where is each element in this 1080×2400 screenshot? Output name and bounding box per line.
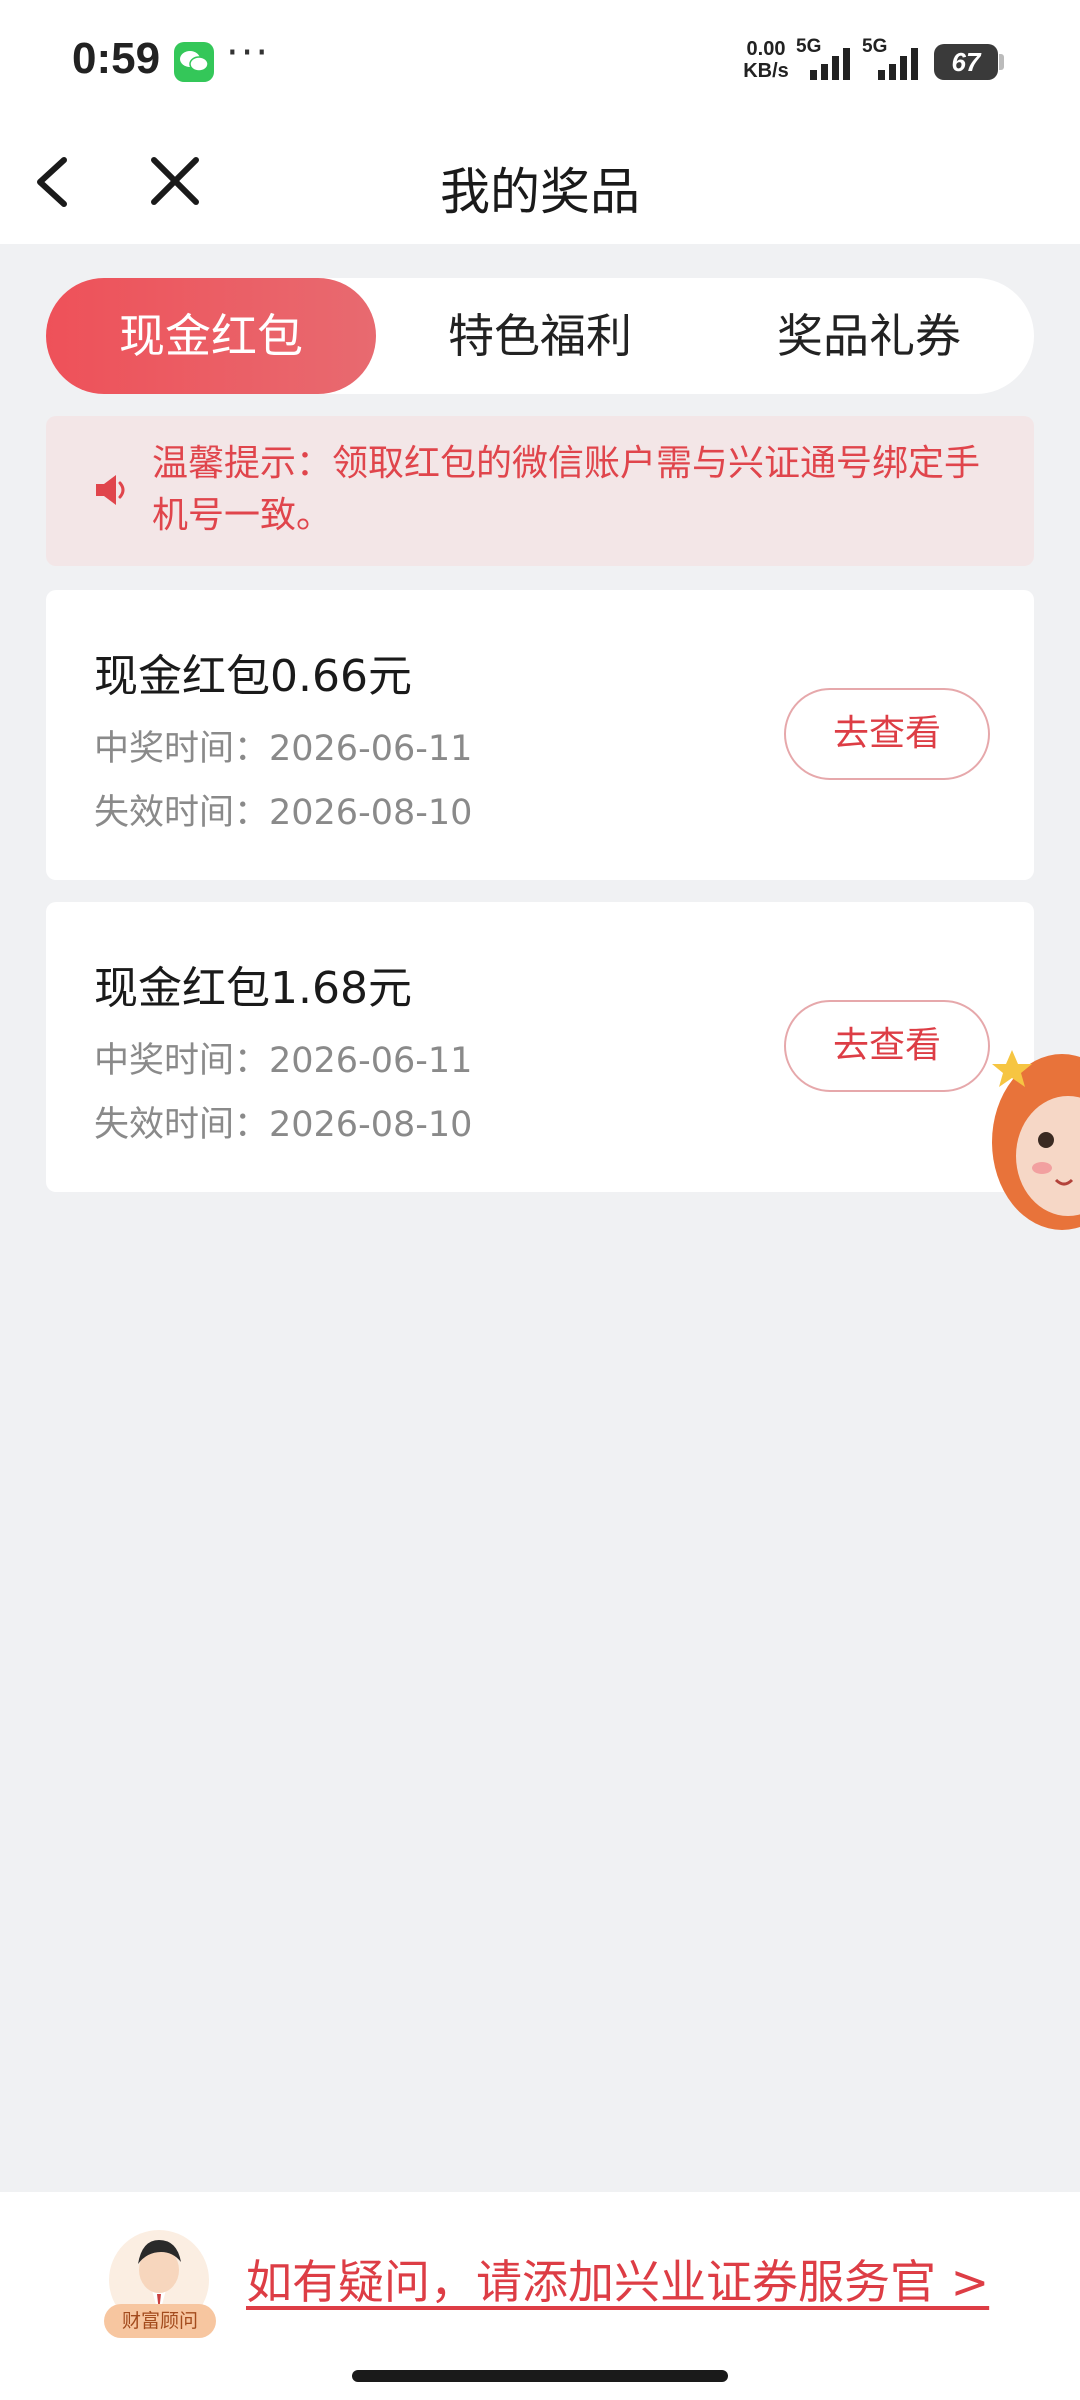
- battery-indicator: 67: [934, 44, 998, 80]
- footer: 财富顾问 如有疑问，请添加兴业证券服务官 >: [0, 2192, 1080, 2400]
- view-prize-button[interactable]: 去查看: [784, 688, 990, 780]
- prize-expire-time: 失效时间：2026-08-10: [94, 793, 473, 833]
- mascot-icon[interactable]: [982, 1030, 1080, 1244]
- nav-bar: 我的奖品: [0, 122, 1080, 244]
- page-title: 我的奖品: [440, 163, 640, 221]
- prize-card: 现金红包1.68元 中奖时间：2026-06-11 失效时间：2026-08-1…: [46, 902, 1034, 1192]
- status-time: 0:59: [72, 34, 161, 83]
- prize-title: 现金红包0.66元: [94, 651, 412, 702]
- prize-win-time: 中奖时间：2026-06-11: [94, 1041, 473, 1081]
- notice-text: 温馨提示：领取红包的微信账户需与兴证通号绑定手机号一致。: [152, 443, 981, 536]
- network-speed-unit: KB/s: [743, 60, 789, 82]
- battery-tip: [999, 54, 1004, 70]
- advisor-badge: 财富顾问: [104, 2304, 216, 2338]
- network-speed-value: 0.00: [746, 38, 786, 60]
- tab-cash-red-packet[interactable]: 现金红包: [46, 278, 376, 394]
- prize-title: 现金红包1.68元: [94, 963, 412, 1014]
- notice-banner: 温馨提示：领取红包的微信账户需与兴证通号绑定手机号一致。: [46, 416, 1034, 566]
- status-bar: 0:59 ··· 0.00 KB/s 5G 5G 67: [0, 0, 1080, 122]
- home-indicator[interactable]: [352, 2370, 728, 2382]
- contact-service-link[interactable]: 如有疑问，请添加兴业证券服务官 >: [246, 2246, 989, 2312]
- view-prize-button[interactable]: 去查看: [784, 1000, 990, 1092]
- prize-win-time: 中奖时间：2026-06-11: [94, 729, 473, 769]
- speaker-icon: [96, 475, 125, 505]
- status-more-icon: ···: [226, 30, 271, 76]
- signal-icon-sim1: [810, 48, 850, 80]
- tab-special-benefits[interactable]: 特色福利: [375, 278, 705, 394]
- wechat-icon: [174, 42, 214, 82]
- signal-icon-sim2: [878, 48, 918, 80]
- prize-card: 现金红包0.66元 中奖时间：2026-06-11 失效时间：2026-08-1…: [46, 590, 1034, 880]
- tab-prize-coupons[interactable]: 奖品礼券: [704, 278, 1034, 394]
- prize-expire-time: 失效时间：2026-08-10: [94, 1105, 473, 1145]
- prize-tabs: 现金红包 特色福利 奖品礼券: [46, 278, 1034, 394]
- network-speed: 0.00 KB/s: [738, 38, 794, 82]
